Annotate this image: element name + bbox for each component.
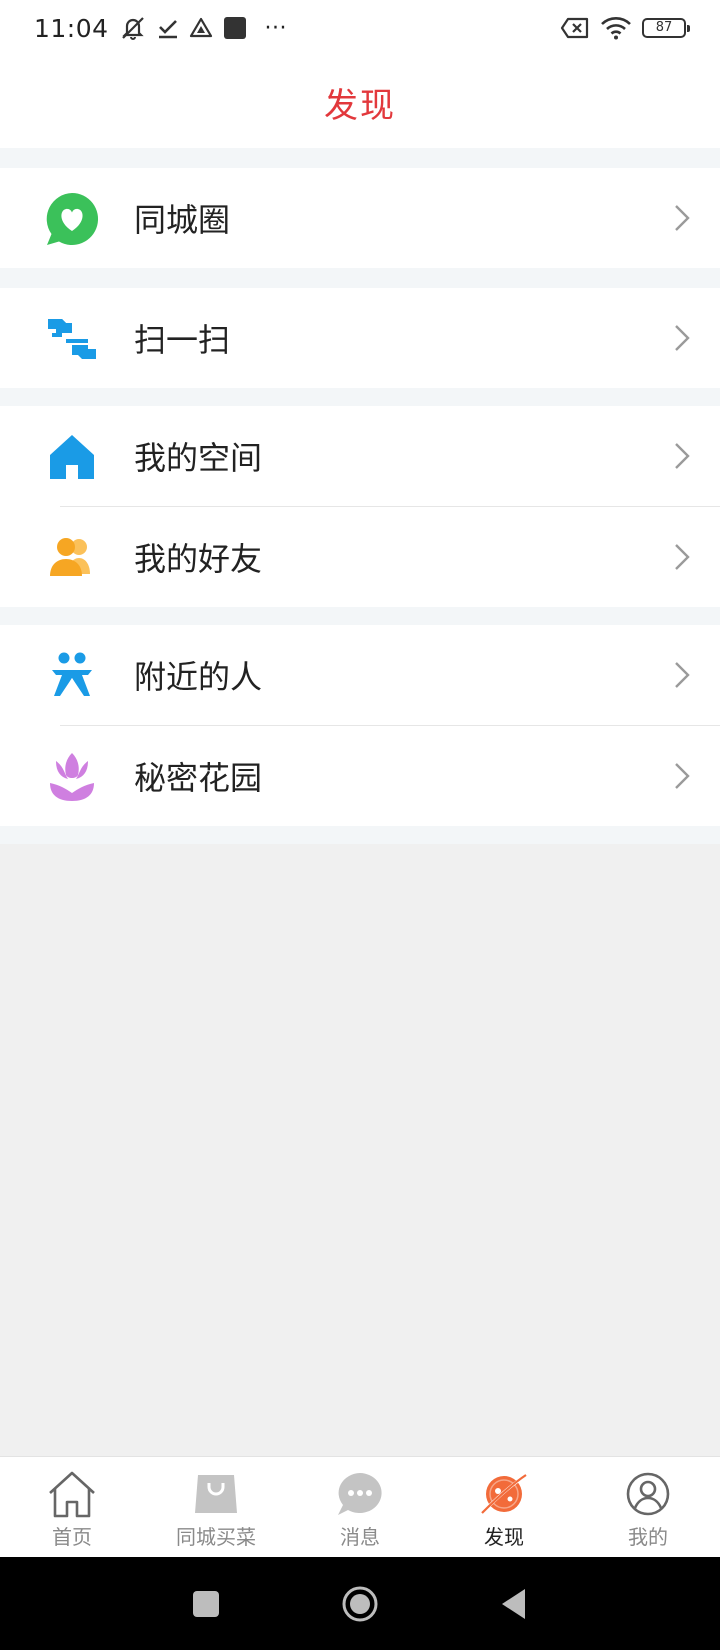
system-navigation-bar xyxy=(0,1557,720,1650)
tab-label: 消息 xyxy=(340,1525,380,1549)
tab-label: 首页 xyxy=(52,1525,92,1549)
menu-item-moments[interactable]: 同城圈 xyxy=(0,168,720,268)
chevron-right-icon xyxy=(675,544,690,570)
menu-item-label: 扫一扫 xyxy=(134,321,231,359)
discover-page: 11:04 ··· 87 发现 同城圈 扫一扫 我的空间 我的好友 附近的人 秘… xyxy=(0,0,720,1650)
wifi-icon xyxy=(600,16,632,40)
tab-discover[interactable]: 发现 xyxy=(432,1457,576,1557)
page-title: 发现 xyxy=(324,85,396,126)
menu-item-label: 秘密花园 xyxy=(134,759,263,797)
status-time: 11:04 xyxy=(34,13,109,43)
menu-item-label: 同城圈 xyxy=(134,201,231,239)
menu-group-moments: 同城圈 xyxy=(0,168,720,268)
tab-mine[interactable]: 我的 xyxy=(576,1457,720,1557)
app-square-icon xyxy=(223,16,247,40)
status-bar: 11:04 ··· 87 xyxy=(0,0,720,56)
planet-icon xyxy=(478,1469,530,1519)
menu-item-my-space[interactable]: 我的空间 xyxy=(0,406,720,506)
recents-button[interactable] xyxy=(184,1582,228,1626)
circle-icon xyxy=(342,1586,378,1621)
back-button[interactable] xyxy=(492,1582,536,1626)
nearby-people-icon xyxy=(44,648,100,704)
empty-content-area xyxy=(0,844,720,1456)
page-header: 发现 xyxy=(0,56,720,148)
muted-bell-icon xyxy=(119,15,147,41)
tab-label: 同城买菜 xyxy=(176,1525,256,1549)
tab-home[interactable]: 首页 xyxy=(0,1457,144,1557)
more-notifications: ··· xyxy=(264,15,288,41)
scan-icon xyxy=(44,311,100,367)
shopping-bag-icon xyxy=(190,1469,242,1519)
tab-messages[interactable]: 消息 xyxy=(288,1457,432,1557)
discover-menu: 同城圈 扫一扫 我的空间 我的好友 附近的人 秘密花园 xyxy=(0,148,720,844)
tab-label: 我的 xyxy=(628,1525,668,1549)
menu-group-personal: 我的空间 我的好友 xyxy=(0,406,720,607)
menu-group-scan: 扫一扫 xyxy=(0,288,720,388)
menu-item-label: 我的空间 xyxy=(134,439,263,477)
no-sim-icon xyxy=(560,17,590,39)
home-icon xyxy=(44,429,100,485)
user-circle-icon xyxy=(622,1469,674,1519)
tab-grocery[interactable]: 同城买菜 xyxy=(144,1457,288,1557)
chevron-right-icon xyxy=(675,443,690,469)
battery-indicator: 87 xyxy=(642,18,690,38)
menu-group-social: 附近的人 秘密花园 xyxy=(0,625,720,826)
chat-heart-icon xyxy=(44,191,100,247)
bottom-tab-bar: 首页 同城买菜 消息 发现 我的 xyxy=(0,1456,720,1557)
chat-bubble-icon xyxy=(334,1469,386,1519)
menu-item-nearby[interactable]: 附近的人 xyxy=(0,625,720,725)
menu-item-scan[interactable]: 扫一扫 xyxy=(0,288,720,388)
triangle-back-icon xyxy=(502,1588,525,1619)
chevron-right-icon xyxy=(675,763,690,789)
friends-icon xyxy=(44,530,100,586)
chevron-right-icon xyxy=(675,662,690,688)
home-button[interactable] xyxy=(338,1582,382,1626)
chevron-right-icon xyxy=(675,325,690,351)
chevron-right-icon xyxy=(675,205,690,231)
house-icon xyxy=(46,1469,98,1519)
menu-item-my-friends[interactable]: 我的好友 xyxy=(0,507,720,607)
tulip-icon xyxy=(44,749,100,805)
square-icon xyxy=(193,1590,219,1617)
menu-item-label: 我的好友 xyxy=(134,540,263,578)
download-done-icon xyxy=(157,16,179,40)
drive-icon xyxy=(189,17,213,39)
menu-item-label: 附近的人 xyxy=(134,658,263,696)
tab-label: 发现 xyxy=(484,1525,524,1549)
menu-item-secret-garden[interactable]: 秘密花园 xyxy=(0,726,720,826)
